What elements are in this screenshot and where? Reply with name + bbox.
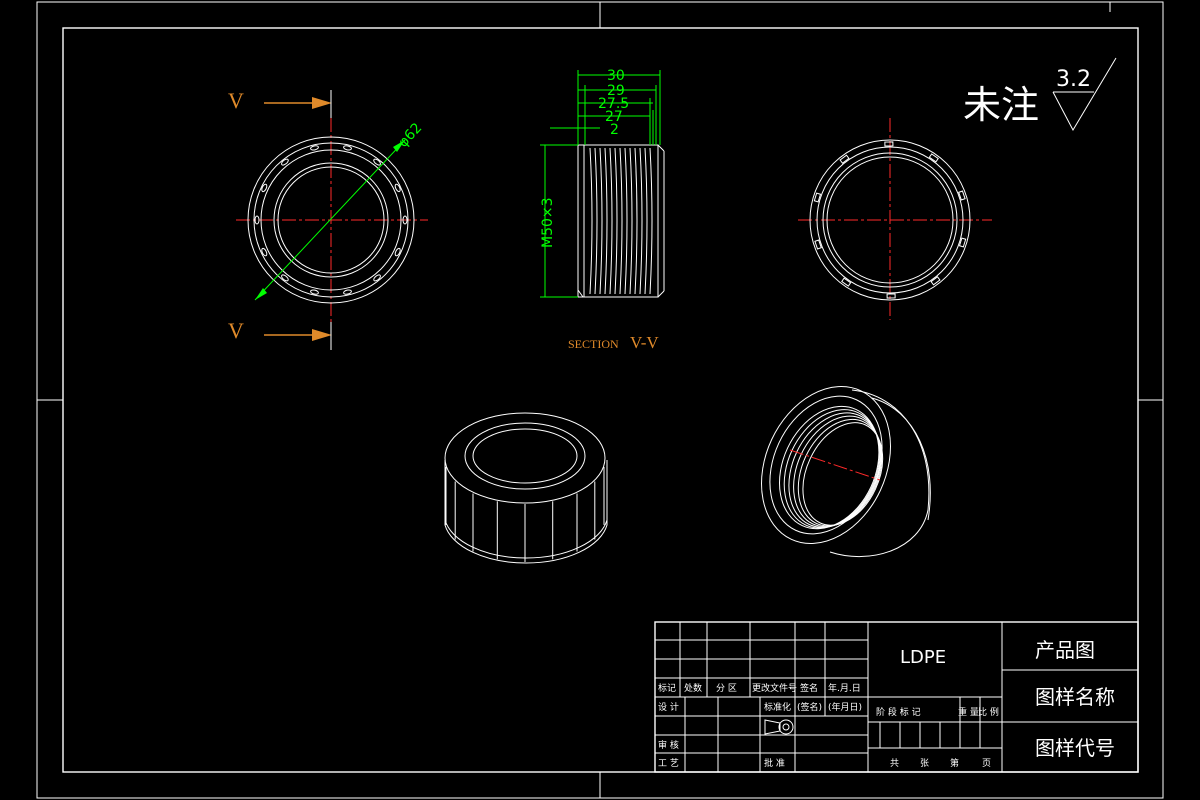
inner-frame xyxy=(62,27,1139,773)
iso-thread xyxy=(802,422,884,526)
section-caption-prefix: SECTION xyxy=(568,337,619,351)
weight: 重 量 xyxy=(958,706,979,718)
sheet-index: 第 xyxy=(950,757,959,769)
th-signature: 签名 xyxy=(800,682,818,694)
row-standard: 标准化 xyxy=(764,701,791,713)
thread-line xyxy=(649,147,653,295)
th-mark: 标记 xyxy=(658,682,676,694)
iso-view-top xyxy=(444,412,608,564)
section-view: 30 29 27.5 27 2 M50×3 SECTION V-V xyxy=(540,68,665,352)
th-date: 年.月.日 xyxy=(828,682,861,694)
back-view xyxy=(798,118,992,320)
iso-view-bottom xyxy=(761,385,931,558)
title-block: 标记 处数 分 区 更改文件号 签名 年.月.日 设 计 标准化 (签名) (年… xyxy=(654,621,1139,773)
cad-drawing: 未注 3.2 φ62 V V 30 29 27.5 27 2 M50×3 SEC… xyxy=(36,1,1164,799)
thread-line xyxy=(614,147,618,295)
thread-line xyxy=(589,147,593,295)
row-approve: 批 准 xyxy=(764,757,785,769)
th-zone: 分 区 xyxy=(716,683,737,694)
row-design: 设 计 xyxy=(658,701,679,713)
section-cut-markers: V V xyxy=(228,88,332,350)
iso-thread xyxy=(779,405,880,530)
th-count: 处数 xyxy=(684,682,702,694)
back-tab xyxy=(886,293,896,299)
drawing-name: 图样名称 xyxy=(1035,685,1115,709)
row-signature: (签名) xyxy=(797,701,822,713)
dim-30: 30 xyxy=(607,68,625,84)
thread-line xyxy=(599,147,603,295)
thread-line xyxy=(639,147,643,295)
projection-symbol xyxy=(764,719,794,735)
sheet-page: 页 xyxy=(982,758,991,769)
sheet-unit: 张 xyxy=(920,758,929,769)
unspecified-note: 未注 xyxy=(963,83,1039,127)
thread-line xyxy=(629,147,633,295)
product-label: 产品图 xyxy=(1035,638,1095,662)
row-date: (年月日) xyxy=(828,701,862,713)
row-review: 审 核 xyxy=(658,739,679,751)
thread-line xyxy=(594,147,598,295)
thread-line xyxy=(634,147,638,295)
front-view: φ62 xyxy=(236,118,428,325)
cut-label-bottom: V xyxy=(228,318,244,343)
thread-label: M50×3 xyxy=(540,197,556,248)
row-process: 工 艺 xyxy=(658,758,679,769)
roughness-value: 3.2 xyxy=(1056,67,1091,92)
material-label: LDPE xyxy=(900,647,946,668)
sheet-total: 共 xyxy=(890,758,899,769)
scale: 比 例 xyxy=(978,706,999,718)
thread-line xyxy=(619,147,623,295)
thread-line xyxy=(609,147,613,295)
roughness-symbol: 3.2 xyxy=(1052,57,1117,132)
thread-line xyxy=(644,147,648,295)
stage-mark: 阶 段 标 记 xyxy=(876,706,921,718)
th-change-doc: 更改文件号 xyxy=(752,682,797,694)
cut-label-top: V xyxy=(228,88,244,113)
drawing-code: 图样代号 xyxy=(1035,736,1115,760)
thread-line xyxy=(624,147,628,295)
dim-2: 2 xyxy=(610,122,619,138)
thread-line xyxy=(604,147,608,295)
back-tab xyxy=(884,141,894,147)
section-caption-name: V-V xyxy=(630,333,659,352)
